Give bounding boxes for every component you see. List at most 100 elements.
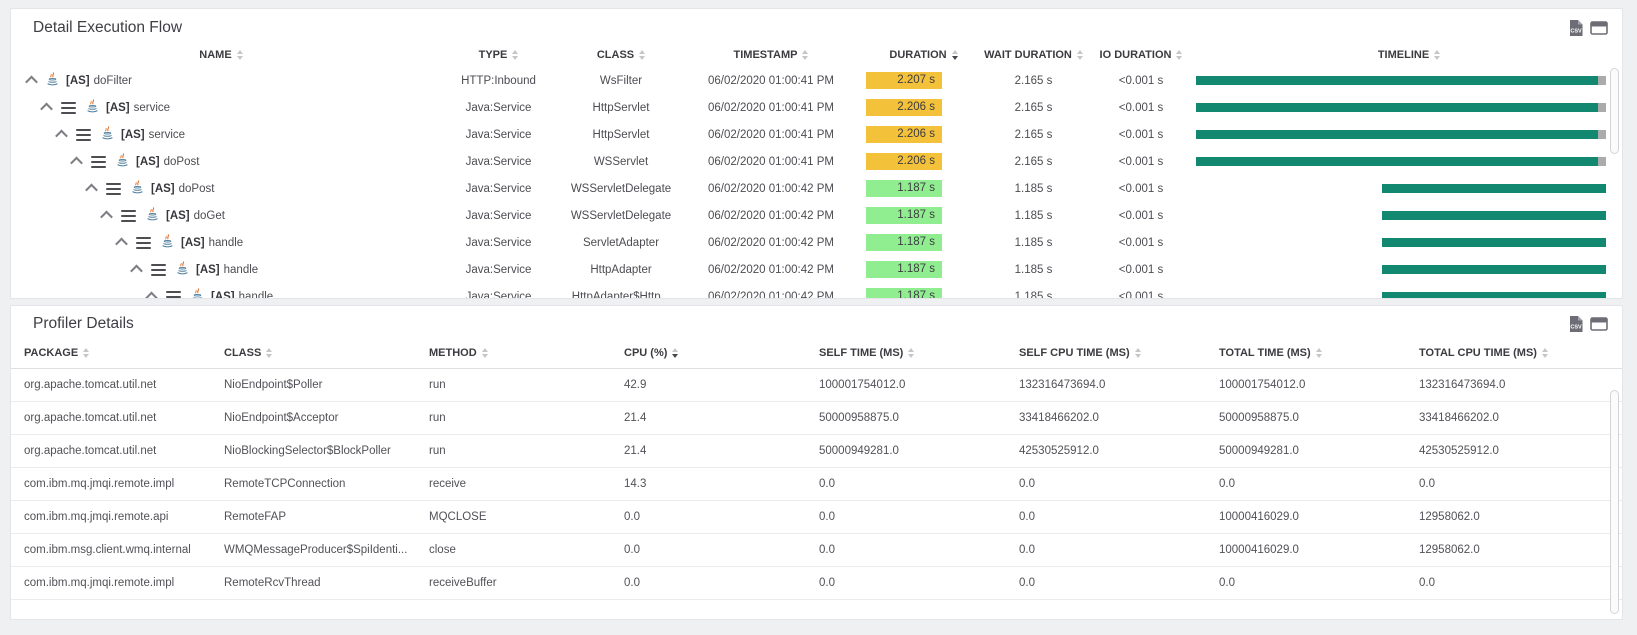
row-menu-icon[interactable] [61, 102, 76, 114]
execution-flow-row[interactable]: [AS]handleJava:ServiceHttpAdapter$Http..… [11, 283, 1622, 299]
java-icon [191, 288, 204, 300]
flow-header-type[interactable]: TYPE [431, 49, 566, 61]
package-cell: com.ibm.mq.jmqi.remote.impl [11, 478, 211, 490]
profiler-header-cpu-[interactable]: CPU (%) [611, 347, 806, 359]
timeline-cell [1196, 130, 1622, 139]
method-cell: run [416, 445, 611, 457]
profiler-header-method[interactable]: METHOD [416, 347, 611, 359]
row-menu-icon[interactable] [121, 210, 136, 222]
profiler-table-header: PACKAGE CLASS METHODCPU (%)SELF TIME (MS)S… [11, 338, 1622, 369]
row-menu-icon[interactable] [106, 183, 121, 195]
profiler-header-self-cpu-time-ms-[interactable]: SELF CPU TIME (MS) [1006, 347, 1206, 359]
execution-flow-row[interactable]: [AS]doGetJava:ServiceWSServletDelegate06… [11, 202, 1622, 229]
timeline-track [1196, 238, 1606, 247]
execution-flow-row[interactable]: [AS]handleJava:ServiceHttpAdapter06/02/2… [11, 256, 1622, 283]
timestamp-cell: 06/02/2020 01:00:41 PM [676, 102, 866, 114]
total-cpu-time-cell: 0.0 [1406, 478, 1622, 490]
profiler-vertical-scrollbar-thumb[interactable] [1610, 390, 1619, 614]
flow-header-class[interactable]: CLASS [566, 49, 676, 61]
profiler-header-package[interactable]: PACKAGE [11, 347, 211, 359]
collapse-caret-icon[interactable] [40, 103, 53, 116]
collapse-caret-icon[interactable] [85, 184, 98, 197]
class-cell: NioEndpoint$Acceptor [211, 412, 416, 424]
row-menu-icon[interactable] [166, 291, 181, 300]
profiler-row[interactable]: org.apache.tomcat.util.netNioBlockingSel… [11, 435, 1622, 468]
sort-up-arrow [952, 50, 958, 54]
timeline-cell [1196, 265, 1622, 274]
collapse-caret-icon[interactable] [25, 76, 38, 89]
collapse-caret-icon[interactable] [115, 238, 128, 251]
column-header-label: TIMELINE [1378, 49, 1429, 61]
collapse-caret-icon[interactable] [70, 157, 83, 170]
collapse-caret-icon[interactable] [130, 265, 143, 278]
name-label: handle [224, 264, 259, 276]
sort-down-arrow [1316, 354, 1322, 358]
sort-down-arrow [482, 354, 488, 358]
row-menu-icon[interactable] [136, 237, 151, 249]
export-csv-icon[interactable]: CSV [1569, 316, 1583, 332]
execution-flow-row[interactable]: [AS]serviceJava:ServiceHttpServlet06/02/… [11, 94, 1622, 121]
execution-flow-row[interactable]: [AS]doPostJava:ServiceWSServletDelegate0… [11, 175, 1622, 202]
collapse-caret-icon[interactable] [55, 130, 68, 143]
row-menu-icon[interactable] [91, 156, 106, 168]
duration-badge: 2.207 s [866, 72, 942, 89]
sort-up-arrow [1434, 50, 1440, 54]
duration-cell: 2.207 s [866, 72, 981, 89]
profiler-header-self-time-ms-[interactable]: SELF TIME (MS) [806, 347, 1006, 359]
profiler-header-total-cpu-time-ms-[interactable]: TOTAL CPU TIME (MS) [1406, 347, 1622, 359]
profiler-row[interactable]: org.apache.tomcat.util.netNioEndpoint$Po… [11, 369, 1622, 402]
type-cell: Java:Service [431, 210, 566, 222]
total-cpu-time-cell: 12958062.0 [1406, 511, 1622, 523]
profiler-header-total-time-ms-[interactable]: TOTAL TIME (MS) [1206, 347, 1406, 359]
timeline-cell [1196, 76, 1622, 85]
timeline-bar [1382, 238, 1606, 247]
self-time-cell: 0.0 [806, 511, 1006, 523]
timeline-cell [1196, 103, 1622, 112]
collapse-caret-icon[interactable] [145, 292, 158, 299]
self-time-cell: 100001754012.0 [806, 379, 1006, 391]
class-cell: HttpServlet [566, 129, 676, 141]
flow-header-name[interactable]: NAME [11, 49, 431, 61]
execution-flow-row[interactable]: [AS]doPostJava:ServiceWSServlet06/02/202… [11, 148, 1622, 175]
sort-arrows-icon [83, 348, 89, 358]
execution-flow-row[interactable]: [AS]serviceJava:ServiceHttpServlet06/02/… [11, 121, 1622, 148]
profiler-row[interactable]: com.ibm.mq.jmqi.remote.implRemoteTCPConn… [11, 468, 1622, 501]
type-cell: Java:Service [431, 291, 566, 300]
profiler-header-class[interactable]: CLASS [211, 347, 416, 359]
io-duration-cell: <0.001 s [1086, 156, 1196, 168]
profiler-row[interactable]: com.ibm.msg.client.wmq.internalWMQMessag… [11, 534, 1622, 567]
flow-panel-title: Detail Execution Flow [33, 19, 182, 37]
name-label: doPost [164, 156, 200, 168]
profiler-row[interactable]: org.apache.tomcat.util.netNioEndpoint$Ac… [11, 402, 1622, 435]
sort-up-arrow [1135, 348, 1141, 352]
flow-header-timeline[interactable]: TIMELINE [1196, 49, 1622, 61]
flow-vertical-scrollbar-thumb[interactable] [1610, 68, 1619, 154]
open-in-window-icon[interactable] [1590, 21, 1608, 35]
open-in-window-icon[interactable] [1590, 317, 1608, 331]
execution-flow-row[interactable]: [AS]doFilterHTTP:InboundWsFilter06/02/20… [11, 67, 1622, 94]
name-cell: [AS]handle [11, 234, 431, 252]
flow-header-wait-duration[interactable]: WAIT DURATION [981, 49, 1086, 61]
menu-bar [61, 107, 76, 109]
total-time-cell: 0.0 [1206, 478, 1406, 490]
profiler-row[interactable]: com.ibm.mq.jmqi.remote.implRemoteRcvThre… [11, 567, 1622, 600]
flow-header-io-duration[interactable]: IO DURATION [1086, 49, 1196, 61]
column-header-label: WAIT DURATION [984, 49, 1072, 61]
export-csv-icon[interactable]: CSV [1569, 20, 1583, 36]
row-menu-icon[interactable] [151, 264, 166, 276]
total-cpu-time-cell: 12958062.0 [1406, 544, 1622, 556]
row-menu-icon[interactable] [76, 129, 91, 141]
name-cell: [AS]handle [11, 261, 431, 279]
flow-header-duration[interactable]: DURATION [866, 49, 981, 61]
total-cpu-time-cell: 42530525912.0 [1406, 445, 1622, 457]
execution-flow-row[interactable]: [AS]handleJava:ServiceServletAdapter06/0… [11, 229, 1622, 256]
column-header-label: CLASS [224, 347, 261, 359]
name-cell: [AS]handle [11, 288, 431, 300]
flow-header-timestamp[interactable]: TIMESTAMP [676, 49, 866, 61]
profiler-panel-title: Profiler Details [33, 315, 134, 333]
collapse-caret-icon[interactable] [100, 211, 113, 224]
self-time-cell: 0.0 [806, 544, 1006, 556]
flow-panel-titlebar: Detail Execution Flow CSV [11, 9, 1622, 43]
profiler-row[interactable]: com.ibm.mq.jmqi.remote.apiRemoteFAPMQCLO… [11, 501, 1622, 534]
duration-badge: 2.206 s [866, 153, 942, 170]
